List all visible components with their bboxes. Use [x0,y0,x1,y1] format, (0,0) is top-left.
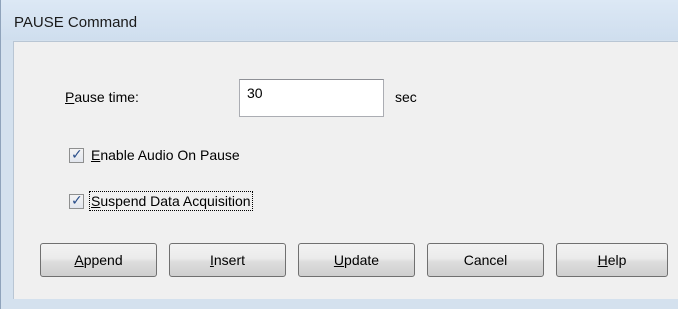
pause-time-input[interactable]: 30 [239,79,384,117]
pause-time-label: Pause time: [65,89,139,105]
enable-audio-label[interactable]: Enable Audio On Pause [91,147,240,163]
help-button[interactable]: Help [556,243,668,277]
suspend-data-acquisition-label[interactable]: Suspend Data Acquisition [89,191,253,211]
pause-time-unit: sec [395,89,417,105]
dialog-client-area: Pause time: 30 sec ✓ Enable Audio On Pau… [13,41,678,299]
checkmark-icon: ✓ [71,146,83,162]
window-frame-bottom [1,299,678,309]
cancel-button[interactable]: Cancel [427,243,544,277]
title-bar[interactable]: PAUSE Command [1,0,678,40]
window-title: PAUSE Command [14,14,138,31]
pause-command-dialog: PAUSE Command Pause time: 30 sec ✓ Enabl… [0,0,678,309]
insert-button[interactable]: Insert [169,243,286,277]
checkmark-icon: ✓ [71,192,83,208]
enable-audio-checkbox[interactable]: ✓ [69,146,84,163]
append-button[interactable]: Append [40,243,157,277]
update-button[interactable]: Update [298,243,415,277]
suspend-data-acquisition-checkbox[interactable]: ✓ [69,192,84,209]
